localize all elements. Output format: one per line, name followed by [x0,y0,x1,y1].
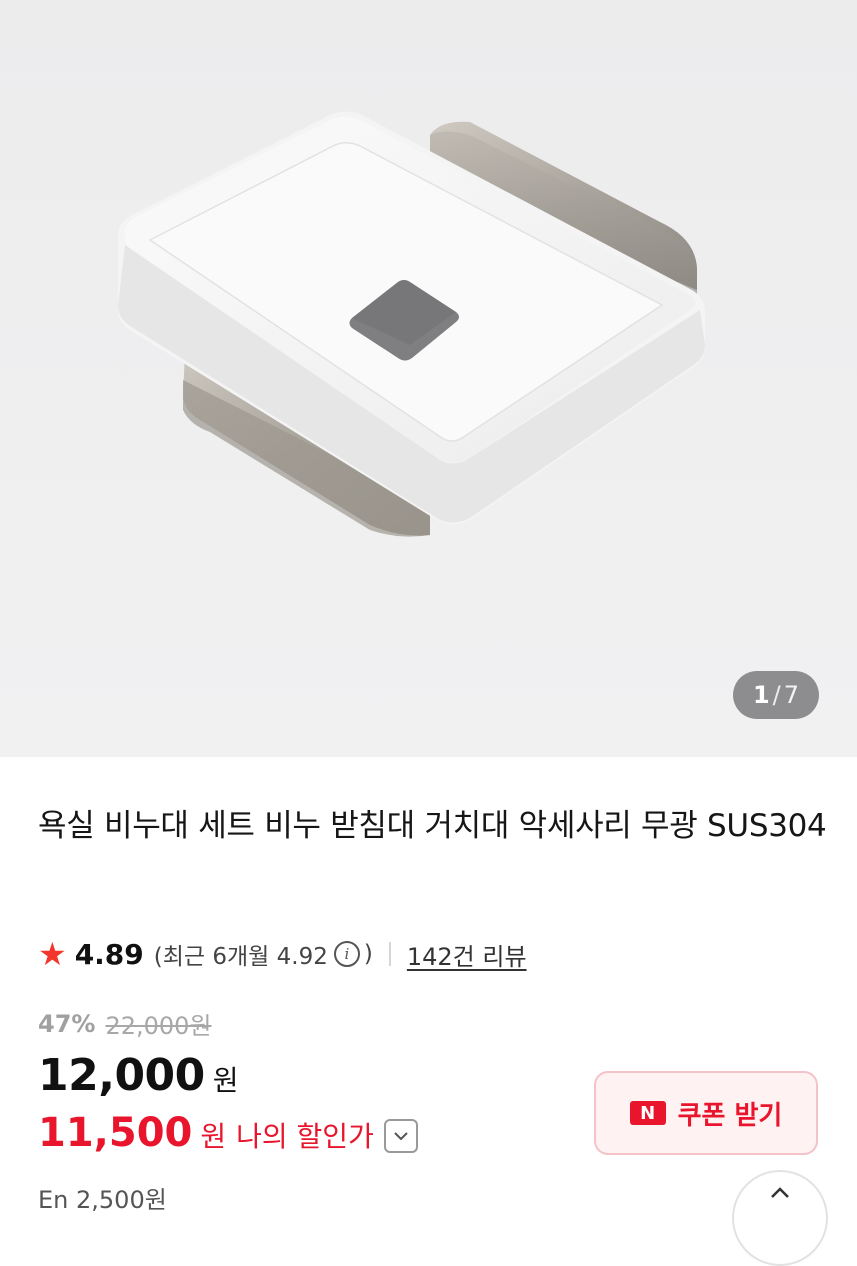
price-row: 12,000 원 [38,1050,239,1101]
recent-rating: (최근 6개월 4.92 i ) [154,937,373,971]
recent-rating-close: ) [363,941,373,967]
pager-separator: / [772,681,781,709]
my-price-row: 11,500 원 나의 할인가 [38,1110,418,1156]
divider [388,942,391,966]
star-icon: ★ [38,935,67,973]
partial-text: En 2,500원 [38,1186,167,1214]
recent-rating-text: (최근 6개월 4.92 [153,944,328,970]
pager-total: 7 [783,681,800,709]
coupon-button[interactable]: N 쿠폰 받기 [594,1071,818,1155]
my-price-label: 나의 할인가 [236,1120,374,1153]
scroll-button[interactable] [732,1170,828,1266]
coupon-label: 쿠폰 받기 [677,1100,783,1131]
chevron-up-icon [771,1187,789,1198]
my-price-unit: 원 [200,1120,227,1153]
product-photo [118,111,705,537]
price-unit: 원 [212,1064,239,1097]
product-image-gallery[interactable]: 1 / 7 [0,0,857,757]
review-link[interactable]: 142건 리뷰 [407,937,527,972]
image-pager: 1 / 7 [733,671,819,719]
pager-current: 1 [752,681,770,709]
chevron-down-icon[interactable] [383,1119,418,1153]
original-price: 22,000원 [105,1012,212,1040]
info-icon[interactable]: i [333,941,360,967]
my-price: 11,500 [38,1110,193,1156]
sale-price: 12,000 [38,1050,205,1101]
discount-percent: 47% [38,1009,96,1038]
naver-n-icon: N [629,1101,666,1125]
product-title: 욕실 비누대 세트 비누 받침대 거치대 악세사리 무광 SUS304 [38,808,827,844]
rating-row: ★ 4.89 (최근 6개월 4.92 i ) 142건 리뷰 [38,934,527,974]
rating-score: 4.89 [74,937,144,971]
discount-row: 47% 22,000원 [38,1006,212,1041]
